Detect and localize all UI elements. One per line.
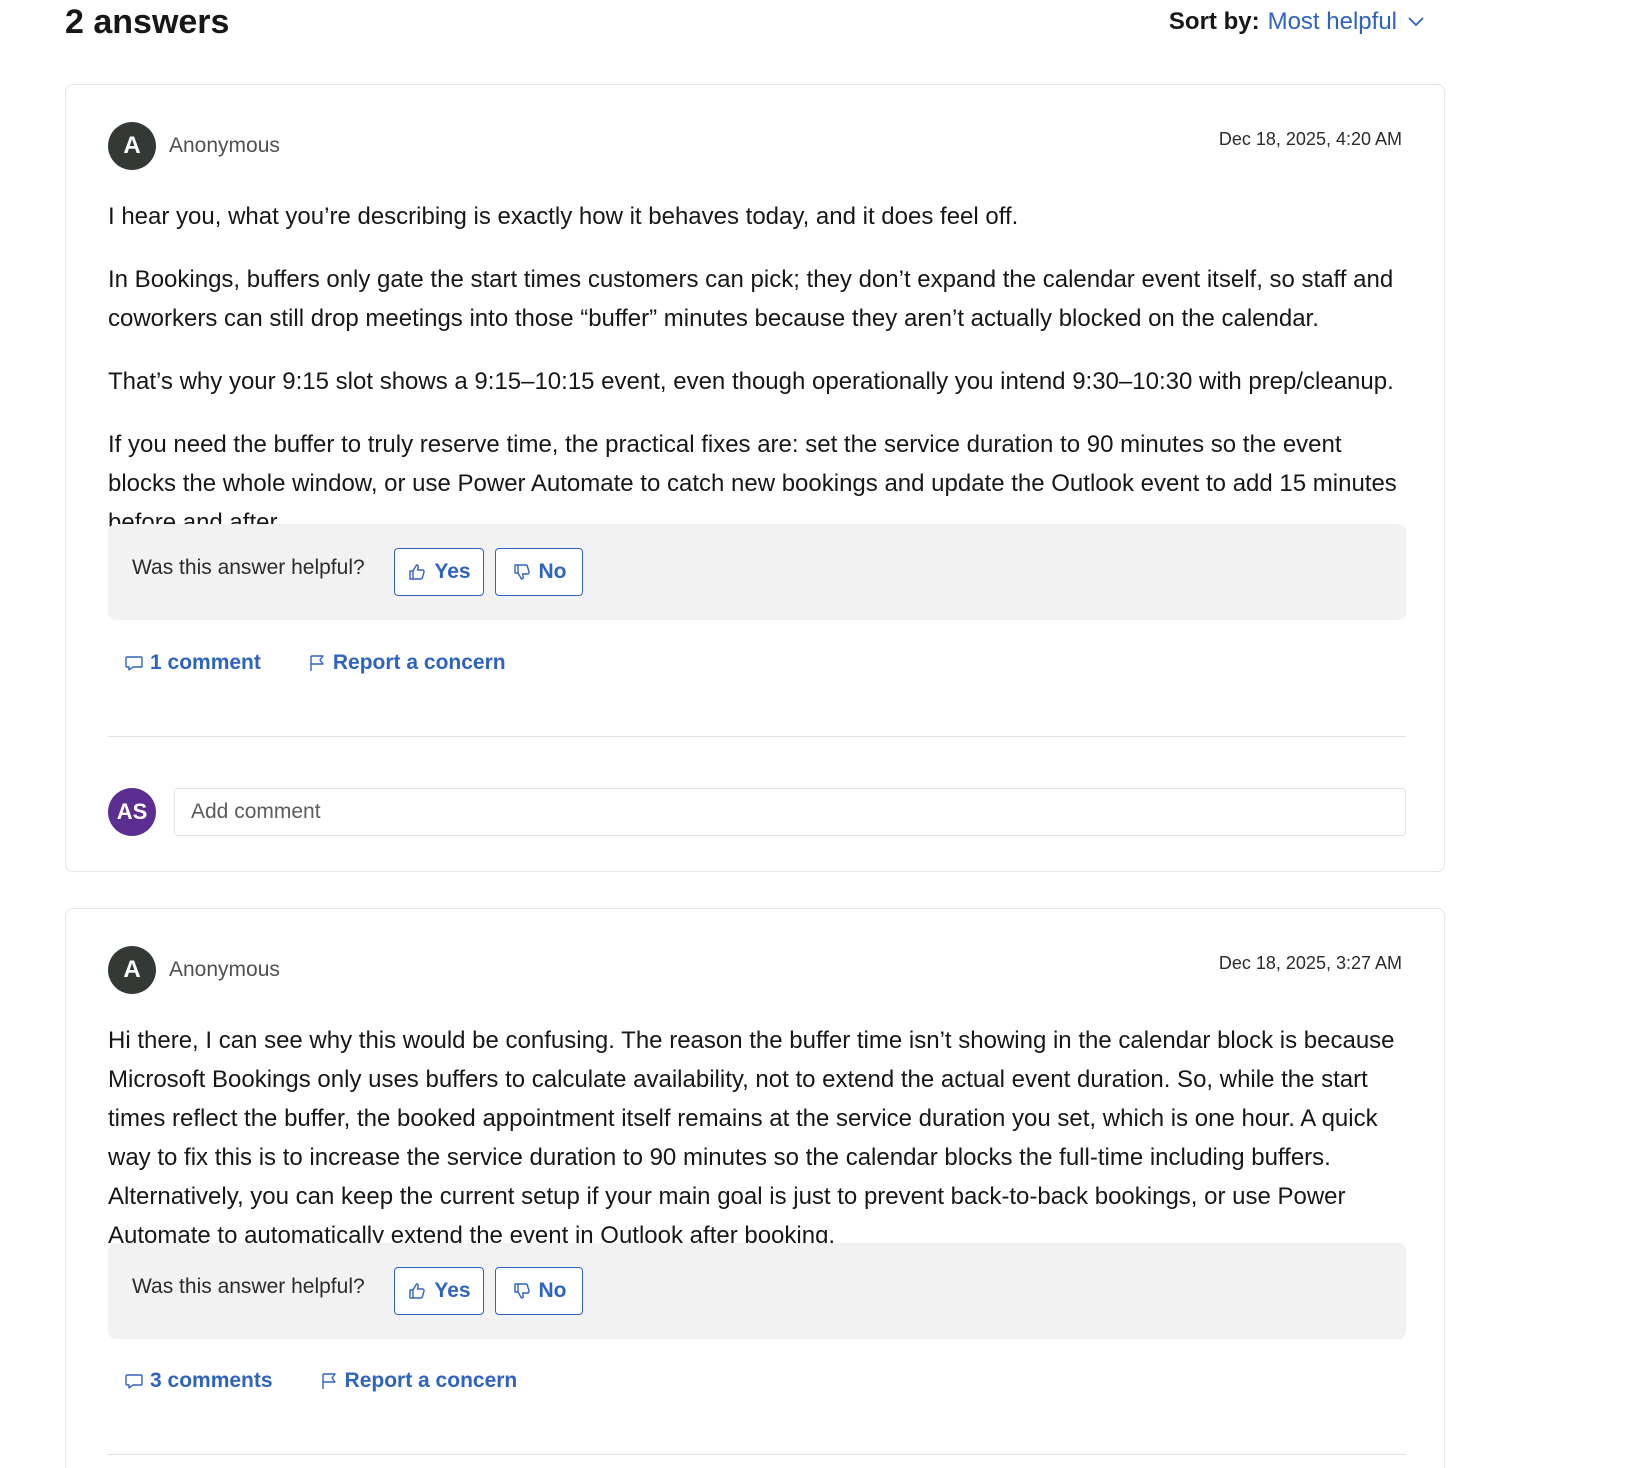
helpful-label: Was this answer helpful? [132,1275,365,1298]
yes-button[interactable]: Yes [394,1267,484,1315]
answer-paragraph: Hi there, I can see why this would be co… [108,1027,1395,1249]
helpful-label: Was this answer helpful? [132,556,365,579]
thumbs-down-icon [513,564,530,580]
no-label: No [538,560,567,583]
author-name: Anonymous [169,958,280,981]
sort-dropdown[interactable]: Most helpful [1268,6,1397,38]
report-label: Report a concern [332,651,506,674]
answer-paragraph: That’s why your 9:15 slot shows a 9:15–1… [108,368,1394,395]
answer-timestamp: Dec 18, 2025, 4:20 AM [1218,129,1402,149]
answer-body: Hi there, I can see why this would be co… [108,1021,1408,1255]
answers-header: 2 answers Sort by: Most helpful [65,0,1425,48]
no-button[interactable]: No [495,548,583,596]
user-avatar: AS [108,788,156,836]
answer-actions: 1 comment Report a concern [124,651,506,675]
comments-count: 1 comment [150,651,261,674]
report-concern-link[interactable]: Report a concern [319,1369,518,1393]
avatar: A [108,946,156,994]
thumbs-up-icon [409,1283,426,1299]
helpful-panel: Was this answer helpful? Yes No [108,1243,1406,1339]
answer-timestamp: Dec 18, 2025, 3:27 AM [1218,953,1402,973]
flag-icon [321,1373,336,1389]
thumbs-up-icon [409,564,426,580]
helpful-panel: Was this answer helpful? Yes No [108,524,1406,620]
comments-link[interactable]: 3 comments [124,1369,273,1393]
no-button[interactable]: No [495,1267,583,1315]
author-name: Anonymous [169,134,280,157]
answer-author: A Anonymous [108,122,280,170]
answers-section: 2 answers Sort by: Most helpful A Anonym… [0,0,1629,1468]
avatar: A [108,122,156,170]
answer-body: I hear you, what you’re describing is ex… [108,197,1408,566]
answer-actions: 3 comments Report a concern [124,1369,517,1393]
yes-label: Yes [434,1279,471,1302]
answer-card: A Anonymous Dec 18, 2025, 3:27 AM Hi the… [65,908,1445,1468]
answer-author: A Anonymous [108,946,280,994]
add-comment-row: AS [108,787,1406,837]
chevron-down-icon[interactable] [1407,16,1425,28]
no-label: No [538,1279,567,1302]
comments-link[interactable]: 1 comment [124,651,261,675]
yes-label: Yes [434,560,471,583]
answers-count-heading: 2 answers [65,3,230,41]
answer-paragraph: In Bookings, buffers only gate the start… [108,266,1394,332]
sort-label: Sort by: [1168,8,1260,35]
comments-count: 3 comments [150,1369,273,1392]
report-label: Report a concern [344,1369,518,1392]
answer-paragraph: I hear you, what you’re describing is ex… [108,203,1019,230]
thumbs-down-icon [513,1283,530,1299]
yes-button[interactable]: Yes [394,548,484,596]
add-comment-input[interactable] [174,788,1406,836]
divider [108,1454,1406,1455]
report-concern-link[interactable]: Report a concern [307,651,506,675]
answer-card: A Anonymous Dec 18, 2025, 4:20 AM I hear… [65,84,1445,872]
sort-control[interactable]: Sort by: Most helpful [1169,6,1425,38]
comment-icon [125,656,143,671]
comment-icon [125,1374,143,1389]
divider [108,736,1406,737]
flag-icon [310,655,324,671]
